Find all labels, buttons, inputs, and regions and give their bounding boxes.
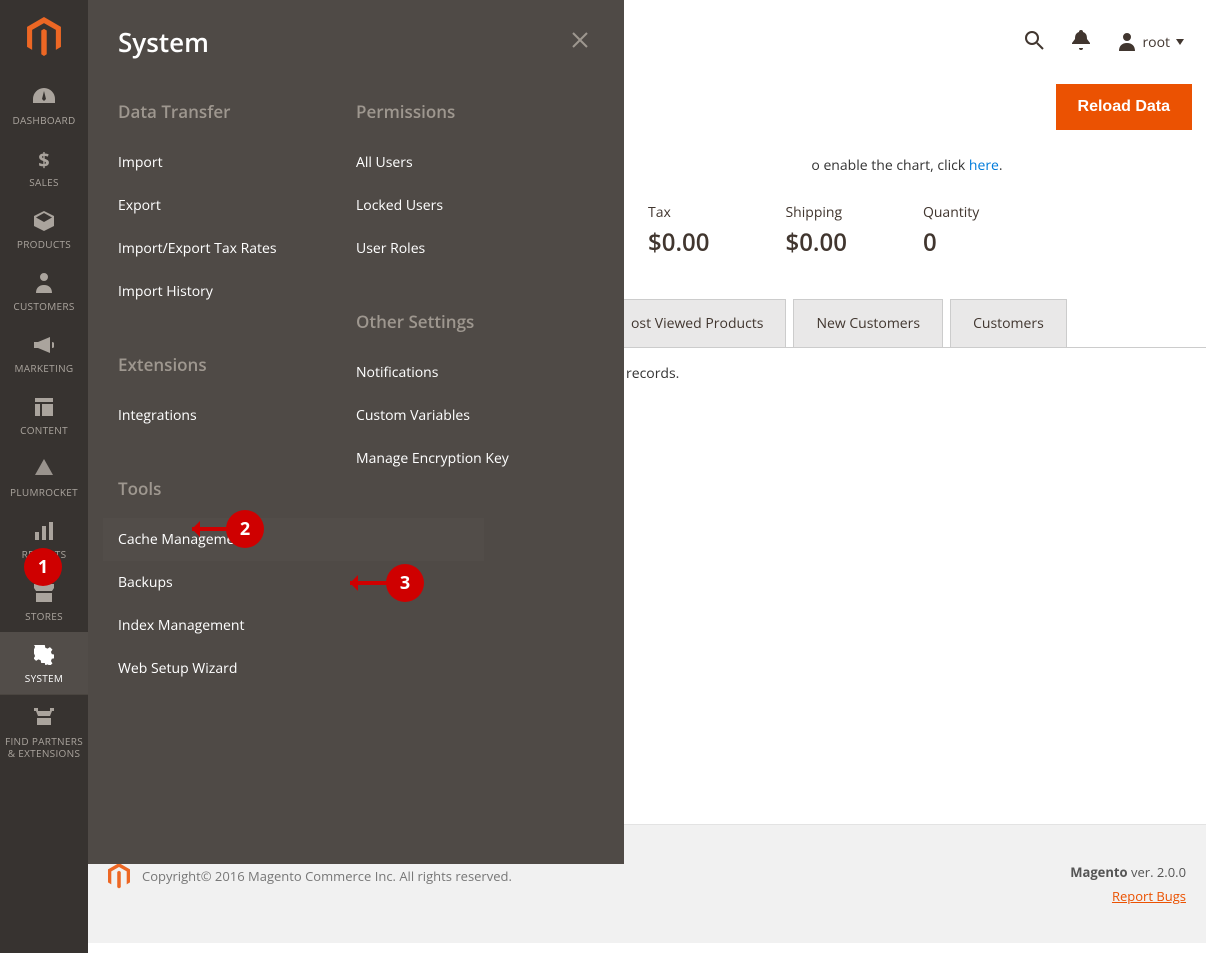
dollar-icon: $ (0, 148, 88, 170)
tab-customers[interactable]: Customers (950, 299, 1067, 347)
flyout-close-button[interactable] (566, 25, 594, 60)
tabs-empty-message: records. (608, 348, 1206, 383)
sidebar-item-label: SALES (0, 176, 88, 188)
group-extensions: Extensions (118, 353, 356, 376)
tab-most-viewed-products[interactable]: ost Viewed Products (608, 299, 786, 347)
link-notifications[interactable]: Notifications (356, 351, 594, 394)
annotation-arrow-2 (192, 527, 228, 531)
magento-logo[interactable] (0, 0, 88, 74)
admin-sidebar: DASHBOARD $ SALES PRODUCTS CUSTOMERS MAR… (0, 0, 88, 953)
sidebar-item-label: CONTENT (0, 424, 88, 436)
gear-icon (0, 644, 88, 666)
annotation-badge-3: 3 (386, 564, 424, 602)
flyout-col-2: Permissions All Users Locked Users User … (356, 100, 594, 690)
metric-tax: Tax $0.00 (648, 203, 709, 259)
sidebar-item-marketing[interactable]: MARKETING (0, 322, 88, 384)
link-backups[interactable]: Backups (118, 561, 356, 604)
group-other-settings: Other Settings (356, 310, 594, 333)
metric-shipping: Shipping $0.00 (785, 203, 846, 259)
link-export[interactable]: Export (118, 184, 356, 227)
close-icon (572, 32, 588, 48)
system-flyout-panel: System Data Transfer Import Export Impor… (88, 0, 624, 864)
dashboard-icon (0, 86, 88, 108)
user-menu[interactable]: root (1118, 33, 1184, 52)
flyout-title: System (118, 24, 209, 60)
partners-icon (0, 707, 88, 729)
metric-value: $0.00 (785, 226, 846, 259)
username: root (1142, 33, 1170, 52)
sidebar-item-products[interactable]: PRODUCTS (0, 198, 88, 260)
report-bugs-link[interactable]: Report Bugs (1070, 887, 1186, 905)
group-data-transfer: Data Transfer (118, 100, 356, 123)
link-custom-variables[interactable]: Custom Variables (356, 394, 594, 437)
bell-icon (1072, 30, 1090, 50)
metric-value: 0 (923, 226, 979, 259)
flyout-col-1: Data Transfer Import Export Import/Expor… (118, 100, 356, 690)
sidebar-item-label: SYSTEM (0, 672, 88, 684)
annotation-badge-1: 1 (24, 548, 62, 586)
metric-value: $0.00 (648, 226, 709, 259)
metric-quantity: Quantity 0 (923, 203, 979, 259)
annotation-badge-2: 2 (226, 510, 264, 548)
footer-brand: Magento (1070, 863, 1127, 881)
sidebar-item-plumrocket[interactable]: PLUMROCKET (0, 446, 88, 508)
box-icon (0, 210, 88, 232)
tab-new-customers[interactable]: New Customers (793, 299, 943, 347)
sidebar-item-label: DASHBOARD (0, 114, 88, 126)
copyright-text: Copyright© 2016 Magento Commerce Inc. Al… (142, 867, 512, 885)
sidebar-item-content[interactable]: CONTENT (0, 384, 88, 446)
link-integrations[interactable]: Integrations (118, 394, 356, 437)
search-button[interactable] (1024, 30, 1044, 55)
reload-data-button[interactable]: Reload Data (1056, 84, 1192, 130)
link-import-history[interactable]: Import History (118, 270, 356, 313)
magento-logo-icon (27, 17, 61, 57)
metric-label: Quantity (923, 203, 979, 222)
sidebar-item-system[interactable]: SYSTEM (0, 632, 88, 694)
group-tools: Tools (118, 477, 356, 500)
sidebar-item-label: CUSTOMERS (0, 300, 88, 312)
sidebar-item-label: PLUMROCKET (0, 486, 88, 498)
annotation-arrow-3 (350, 581, 388, 585)
link-all-users[interactable]: All Users (356, 141, 594, 184)
footer-version: ver. 2.0.0 (1128, 863, 1186, 881)
sidebar-item-label: STORES (0, 610, 88, 622)
plumrocket-icon (0, 458, 88, 480)
magento-footer-icon (108, 863, 130, 889)
chevron-down-icon (1176, 39, 1184, 45)
link-import-export-tax-rates[interactable]: Import/Export Tax Rates (118, 227, 356, 270)
search-icon (1024, 30, 1044, 50)
link-index-management[interactable]: Index Management (118, 604, 356, 647)
sidebar-item-dashboard[interactable]: DASHBOARD (0, 74, 88, 136)
layout-icon (0, 396, 88, 418)
notifications-button[interactable] (1072, 30, 1090, 55)
metric-label: Tax (648, 203, 709, 222)
link-import[interactable]: Import (118, 141, 356, 184)
link-web-setup-wizard[interactable]: Web Setup Wizard (118, 647, 356, 690)
sidebar-item-label: MARKETING (0, 362, 88, 374)
link-user-roles[interactable]: User Roles (356, 227, 594, 270)
link-manage-encryption-key[interactable]: Manage Encryption Key (356, 437, 594, 480)
bars-icon (0, 520, 88, 542)
group-permissions: Permissions (356, 100, 594, 123)
link-locked-users[interactable]: Locked Users (356, 184, 594, 227)
metric-label: Shipping (785, 203, 846, 222)
user-icon (1118, 33, 1136, 51)
person-icon (0, 272, 88, 294)
sidebar-item-label: FIND PARTNERS & EXTENSIONS (0, 735, 88, 759)
sidebar-item-customers[interactable]: CUSTOMERS (0, 260, 88, 322)
megaphone-icon (0, 334, 88, 356)
sidebar-item-partners[interactable]: FIND PARTNERS & EXTENSIONS (0, 694, 88, 769)
sidebar-item-sales[interactable]: $ SALES (0, 136, 88, 198)
sidebar-item-label: PRODUCTS (0, 238, 88, 250)
enable-chart-link[interactable]: here (969, 156, 999, 175)
